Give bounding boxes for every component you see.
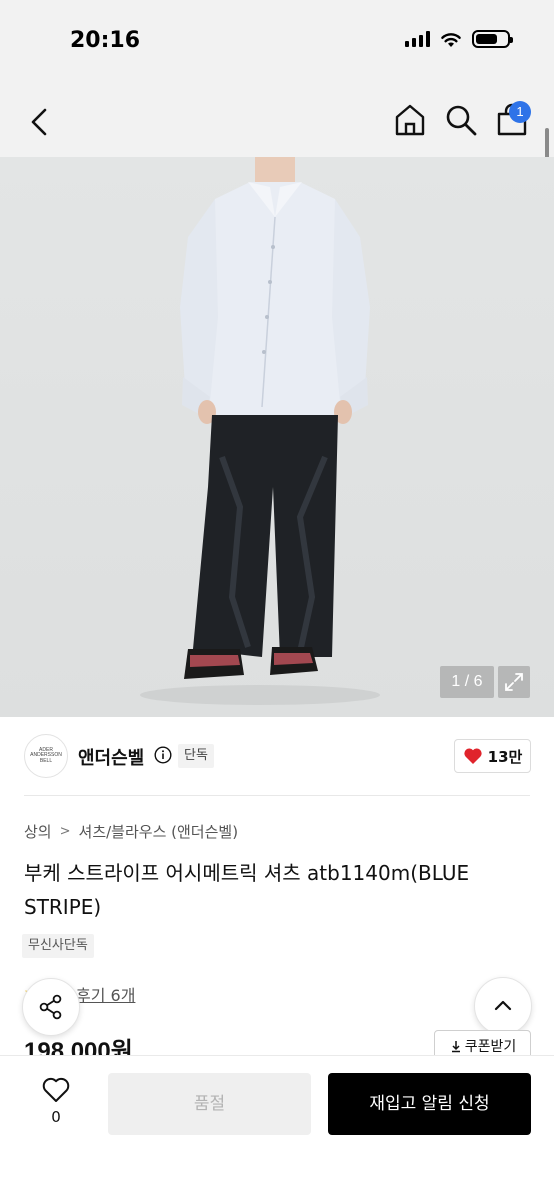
top-bar: 20:16 1 [0, 0, 554, 157]
expand-button[interactable] [498, 666, 530, 698]
soldout-button: 품절 [108, 1073, 311, 1135]
share-button[interactable] [22, 978, 80, 1036]
chevron-right-icon: > [59, 824, 71, 839]
chevron-up-icon [494, 1000, 512, 1011]
battery-icon [472, 30, 513, 48]
scroll-top-button[interactable] [474, 977, 532, 1035]
review-link[interactable]: 후기 6개 [76, 982, 135, 1006]
download-icon [451, 1041, 460, 1053]
brand-logo-text: ADER ANDERSSON BELL [30, 746, 62, 764]
wifi-icon [441, 32, 461, 47]
heart-icon [464, 748, 482, 764]
exclusive-tag: 단독 [178, 744, 214, 768]
search-icon[interactable] [443, 102, 479, 138]
like-button[interactable]: 13만 [454, 739, 531, 773]
coupon-label: 쿠폰받기 [464, 1039, 517, 1055]
home-icon[interactable] [392, 102, 428, 138]
like-count: 13만 [487, 747, 523, 766]
wish-count: 0 [51, 1108, 61, 1126]
brand-name[interactable]: 앤더슨벨 [78, 744, 144, 770]
status-icons [405, 30, 513, 48]
restock-alert-button[interactable]: 재입고 알림 신청 [328, 1073, 531, 1135]
cart-count-badge: 1 [509, 101, 531, 123]
breadcrumb-category[interactable]: 상의 [24, 821, 52, 842]
image-counter: 1 / 6 [440, 666, 494, 698]
expand-icon [505, 673, 523, 691]
breadcrumb: 상의 > 셔츠/블라우스 (앤더슨벨) [24, 821, 238, 842]
model-photo [140, 157, 380, 705]
status-time: 20:16 [70, 28, 141, 53]
wishlist-button[interactable]: 0 [30, 1074, 82, 1134]
product-title: 부케 스트라이프 어시메트릭 셔츠 atb1140m(BLUE STRIPE) [24, 861, 470, 919]
musinsa-exclusive-tag: 무신사단독 [22, 934, 94, 958]
info-icon[interactable] [154, 746, 172, 764]
back-chevron-icon[interactable] [22, 104, 58, 140]
product-image[interactable] [0, 157, 554, 717]
cellular-signal-icon [405, 31, 430, 47]
heart-outline-icon [42, 1077, 70, 1102]
brand-logo[interactable]: ADER ANDERSSON BELL [24, 734, 68, 778]
divider [24, 795, 530, 796]
breadcrumb-subcategory[interactable]: 셔츠/블라우스 (앤더슨벨) [79, 821, 239, 842]
share-icon [39, 994, 62, 1020]
